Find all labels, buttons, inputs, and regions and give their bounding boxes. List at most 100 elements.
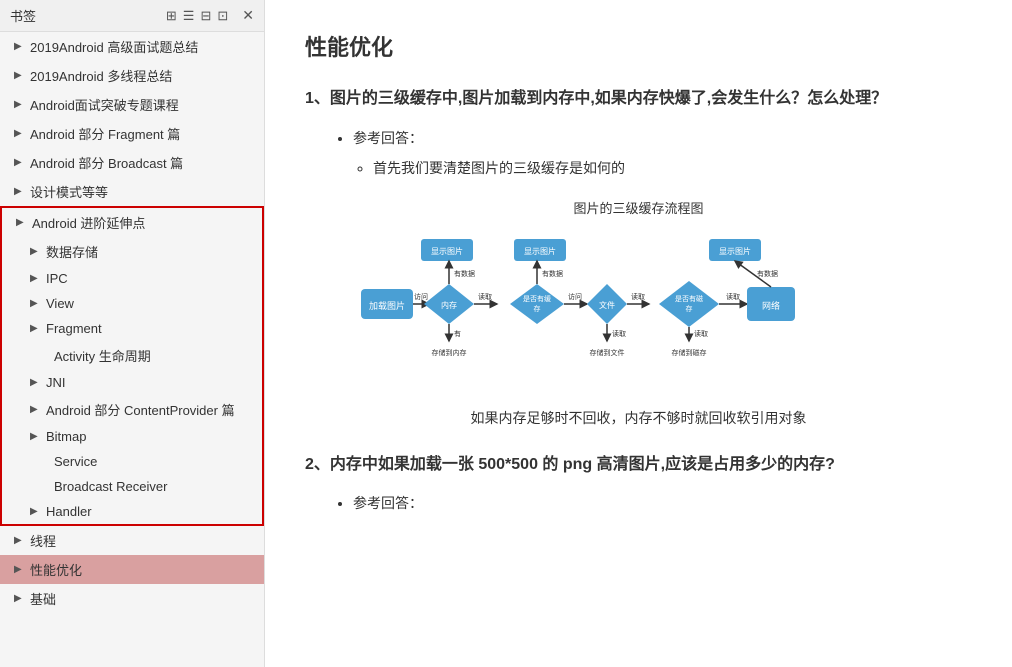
sidebar-item-11[interactable]: ▶ Activity 生命周期 [2,341,262,370]
arrow-icon-2: ▶ [14,99,26,110]
sidebar-item-10[interactable]: ▶ Fragment [2,316,262,341]
sidebar-item-label-13: Android 部分 ContentProvider 篇 [46,400,235,419]
sidebar-item-0[interactable]: ▶ 2019Android 高级面试题总结 [0,32,264,61]
section-2: 2、内存中如果加载一张 500*500 的 png 高清图片,应该是占用多少的内… [305,452,972,514]
svg-text:内存: 内存 [441,300,457,310]
icon-bookmark[interactable]: ⊟ [200,8,211,24]
sidebar-item-18[interactable]: ▶ 线程 [0,526,264,555]
arrow-icon-4: ▶ [14,157,26,168]
close-icon[interactable]: ✕ [242,7,254,24]
svg-text:存储到文件: 存储到文件 [589,348,624,357]
sidebar-item-20[interactable]: ▶ 基础 [0,584,264,613]
svg-text:文件: 文件 [599,300,615,310]
svg-text:网络: 网络 [761,300,779,311]
svg-text:读取: 读取 [726,292,740,301]
sidebar-header-icons: ⊞ ☰ ⊟ ⊡ [166,8,228,24]
sidebar-header: 书签 ⊞ ☰ ⊟ ⊡ ✕ [0,0,264,32]
sidebar-item-label-10: Fragment [46,321,102,336]
diagram-note: 如果内存足够时不回收，内存不够时就回收软引用对象 [305,408,972,428]
sidebar-item-15[interactable]: ▶ Service [2,449,262,474]
sidebar-item-label-4: Android 部分 Broadcast 篇 [30,153,183,172]
arrow-icon-7: ▶ [30,246,42,257]
sidebar-item-7[interactable]: ▶ 数据存储 [2,237,262,266]
icon-grid[interactable]: ⊞ [166,8,177,24]
flow-diagram: 加载图片 访问 内存 有 存储到内存 读取 [305,229,972,394]
sidebar-item-label-6: Android 进阶延伸点 [32,213,145,232]
selected-group: ▶ Android 进阶延伸点 ▶ 数据存储 ▶ IPC ▶ View ▶ Fr… [0,206,264,526]
svg-text:是否有磁: 是否有磁 [675,294,703,303]
sidebar-item-9[interactable]: ▶ View [2,291,262,316]
sidebar: 书签 ⊞ ☰ ⊟ ⊡ ✕ ▶ 2019Android 高级面试题总结 ▶ 201… [0,0,265,667]
sidebar-item-label-5: 设计模式等等 [30,182,108,201]
arrow-icon-5: ▶ [14,186,26,197]
arrow-icon-9: ▶ [30,298,42,309]
sidebar-item-2[interactable]: ▶ Android面试突破专题课程 [0,90,264,119]
sidebar-item-5[interactable]: ▶ 设计模式等等 [0,177,264,206]
sidebar-item-1[interactable]: ▶ 2019Android 多线程总结 [0,61,264,90]
sidebar-item-label-0: 2019Android 高级面试题总结 [30,37,198,56]
sidebar-item-17[interactable]: ▶ Handler [2,499,262,524]
svg-text:显示图片: 显示图片 [524,246,556,256]
sidebar-item-8[interactable]: ▶ IPC [2,266,262,291]
sidebar-list: ▶ 2019Android 高级面试题总结 ▶ 2019Android 多线程总… [0,32,264,667]
sidebar-item-label-20: 基础 [30,589,56,608]
sidebar-item-label-1: 2019Android 多线程总结 [30,66,172,85]
svg-text:有数据: 有数据 [454,269,475,278]
icon-pin[interactable]: ⊡ [217,8,228,24]
arrow-icon-10: ▶ [30,323,42,334]
section-2-title: 2、内存中如果加载一张 500*500 的 png 高清图片,应该是占用多少的内… [305,452,972,478]
sidebar-item-label-15: Service [54,454,97,469]
section-1: 1、图片的三级缓存中,图片加载到内存中,如果内存快爆了,会发生什么？怎么处理？ … [305,86,972,428]
sidebar-item-label-9: View [46,296,74,311]
main-content: 性能优化 1、图片的三级缓存中,图片加载到内存中,如果内存快爆了,会发生什么？怎… [265,0,1012,667]
arrow-icon-13: ▶ [30,404,42,415]
svg-text:存: 存 [685,304,692,313]
sidebar-item-label-2: Android面试突破专题课程 [30,95,179,114]
sidebar-item-14[interactable]: ▶ Bitmap [2,424,262,449]
sidebar-item-label-3: Android 部分 Fragment 篇 [30,124,180,143]
page-title: 性能优化 [305,30,972,62]
svg-text:读取: 读取 [631,292,645,301]
arrow-icon-1: ▶ [14,70,26,81]
sidebar-title: 书签 [10,6,36,25]
svg-text:存储到磁存: 存储到磁存 [671,348,706,357]
arrow-icon-0: ▶ [14,41,26,52]
diagram-title: 图片的三级缓存流程图 [305,198,972,217]
arrow-icon-19: ▶ [14,564,26,575]
arrow-icon-12: ▶ [30,377,42,388]
arrow-icon-6: ▶ [16,217,28,228]
section-1-title: 1、图片的三级缓存中,图片加载到内存中,如果内存快爆了,会发生什么？怎么处理？ [305,86,972,112]
svg-text:读取: 读取 [612,329,626,338]
sidebar-item-label-7: 数据存储 [46,242,98,261]
bullet-2-1: 参考回答： [353,493,972,513]
arrow-icon-8: ▶ [30,273,42,284]
sidebar-item-12[interactable]: ▶ JNI [2,370,262,395]
sidebar-item-19[interactable]: ▶ 性能优化 [0,555,264,584]
svg-text:存: 存 [533,304,540,313]
arrow-icon-18: ▶ [14,535,26,546]
sidebar-item-label-17: Handler [46,504,92,519]
svg-text:有数据: 有数据 [757,269,778,278]
sidebar-item-16[interactable]: ▶ Broadcast Receiver [2,474,262,499]
svg-text:读取: 读取 [694,329,708,338]
arrow-icon-17: ▶ [30,506,42,517]
sidebar-item-3[interactable]: ▶ Android 部分 Fragment 篇 [0,119,264,148]
icon-list[interactable]: ☰ [183,8,195,24]
sub-bullet-1-1: 首先我们要清楚图片的三级缓存是如何的 [373,158,972,178]
sidebar-item-6[interactable]: ▶ Android 进阶延伸点 [2,208,262,237]
arrow-icon-3: ▶ [14,128,26,139]
svg-text:有: 有 [454,329,461,338]
bullet-1-1: 参考回答： [353,128,972,148]
sidebar-item-4[interactable]: ▶ Android 部分 Broadcast 篇 [0,148,264,177]
sidebar-item-label-18: 线程 [30,531,56,550]
sidebar-item-label-11: Activity 生命周期 [54,346,151,365]
sidebar-item-label-8: IPC [46,271,68,286]
sidebar-item-label-19: 性能优化 [30,560,82,579]
diagram-container: 图片的三级缓存流程图 加载图片 访问 内存 有 存储到内存 [305,198,972,428]
svg-text:显示图片: 显示图片 [719,246,751,256]
svg-text:访问: 访问 [568,292,582,301]
sidebar-item-label-16: Broadcast Receiver [54,479,167,494]
svg-text:有数据: 有数据 [542,269,563,278]
sidebar-item-13[interactable]: ▶ Android 部分 ContentProvider 篇 [2,395,262,424]
svg-text:存储到内存: 存储到内存 [431,348,466,357]
